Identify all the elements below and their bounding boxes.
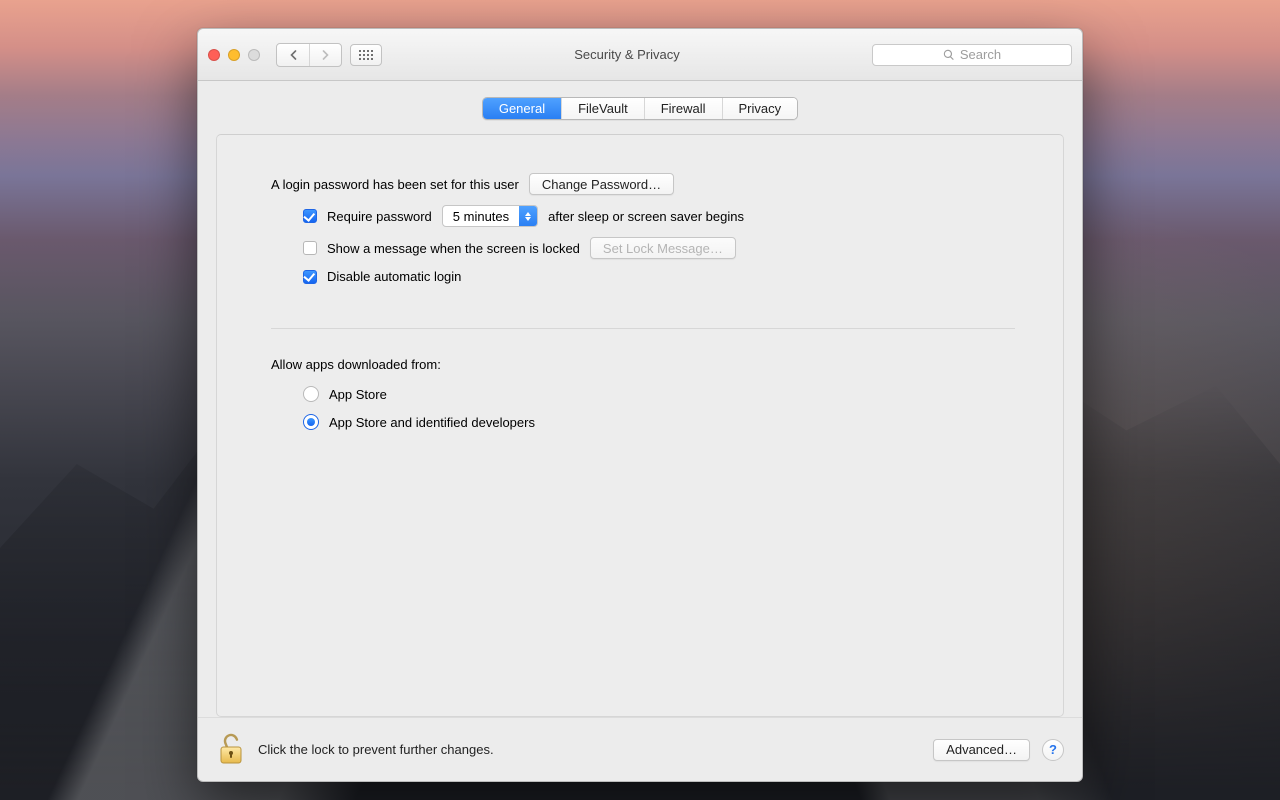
search-field[interactable]: Search <box>872 44 1072 66</box>
disable-auto-login-row: Disable automatic login <box>271 269 1015 284</box>
gatekeeper-heading-row: Allow apps downloaded from: <box>271 357 1015 372</box>
gatekeeper-heading: Allow apps downloaded from: <box>271 357 441 372</box>
section-divider <box>271 328 1015 329</box>
set-lock-message-button: Set Lock Message… <box>590 237 736 259</box>
chevron-right-icon <box>321 50 330 60</box>
show-all-button[interactable] <box>350 44 382 66</box>
require-password-checkbox[interactable] <box>303 209 317 223</box>
chevron-left-icon <box>289 50 298 60</box>
zoom-window-button[interactable] <box>248 49 260 61</box>
gatekeeper-app-store-dev-radio[interactable] <box>303 414 319 430</box>
require-password-label-post: after sleep or screen saver begins <box>548 209 744 224</box>
tab-firewall[interactable]: Firewall <box>644 98 722 119</box>
tab-privacy[interactable]: Privacy <box>722 98 798 119</box>
show-lock-message-label: Show a message when the screen is locked <box>327 241 580 256</box>
content-area: General FileVault Firewall Privacy A log… <box>198 81 1082 717</box>
gatekeeper-app-store-radio[interactable] <box>303 386 319 402</box>
require-password-delay-select[interactable]: 5 minutes <box>442 205 538 227</box>
tab-bar: General FileVault Firewall Privacy <box>482 97 798 120</box>
gatekeeper-app-store-label: App Store <box>329 387 387 402</box>
show-lock-message-row: Show a message when the screen is locked… <box>271 237 1015 259</box>
require-password-label-pre: Require password <box>327 209 432 224</box>
gatekeeper-app-store-dev-label: App Store and identified developers <box>329 415 535 430</box>
close-window-button[interactable] <box>208 49 220 61</box>
require-password-delay-value: 5 minutes <box>443 209 519 224</box>
nav-back-forward <box>276 43 342 67</box>
login-password-heading: A login password has been set for this u… <box>271 177 519 192</box>
search-placeholder: Search <box>960 47 1001 62</box>
gatekeeper-opt2-row: App Store and identified developers <box>271 414 1015 430</box>
window-title: Security & Privacy <box>390 47 864 62</box>
disable-auto-login-checkbox[interactable] <box>303 270 317 284</box>
require-password-row: Require password 5 minutes after sleep o… <box>271 205 1015 227</box>
change-password-button[interactable]: Change Password… <box>529 173 674 195</box>
disable-auto-login-label: Disable automatic login <box>327 269 461 284</box>
lock-icon[interactable] <box>216 733 246 767</box>
select-stepper-icon <box>519 206 537 226</box>
tab-general[interactable]: General <box>483 98 561 119</box>
window-footer: Click the lock to prevent further change… <box>198 717 1082 781</box>
gatekeeper-opt1-row: App Store <box>271 386 1015 402</box>
traffic-lights <box>208 49 260 61</box>
grid-icon <box>359 50 373 60</box>
minimize-window-button[interactable] <box>228 49 240 61</box>
search-icon <box>943 49 955 61</box>
titlebar: Security & Privacy Search <box>198 29 1082 81</box>
help-button[interactable]: ? <box>1042 739 1064 761</box>
lock-message: Click the lock to prevent further change… <box>258 742 494 757</box>
preferences-window: Security & Privacy Search General FileVa… <box>197 28 1083 782</box>
login-password-row: A login password has been set for this u… <box>271 173 1015 195</box>
show-lock-message-checkbox[interactable] <box>303 241 317 255</box>
forward-button[interactable] <box>309 44 341 66</box>
back-button[interactable] <box>277 44 309 66</box>
advanced-button[interactable]: Advanced… <box>933 739 1030 761</box>
general-panel: A login password has been set for this u… <box>216 134 1064 717</box>
tab-filevault[interactable]: FileVault <box>561 98 644 119</box>
